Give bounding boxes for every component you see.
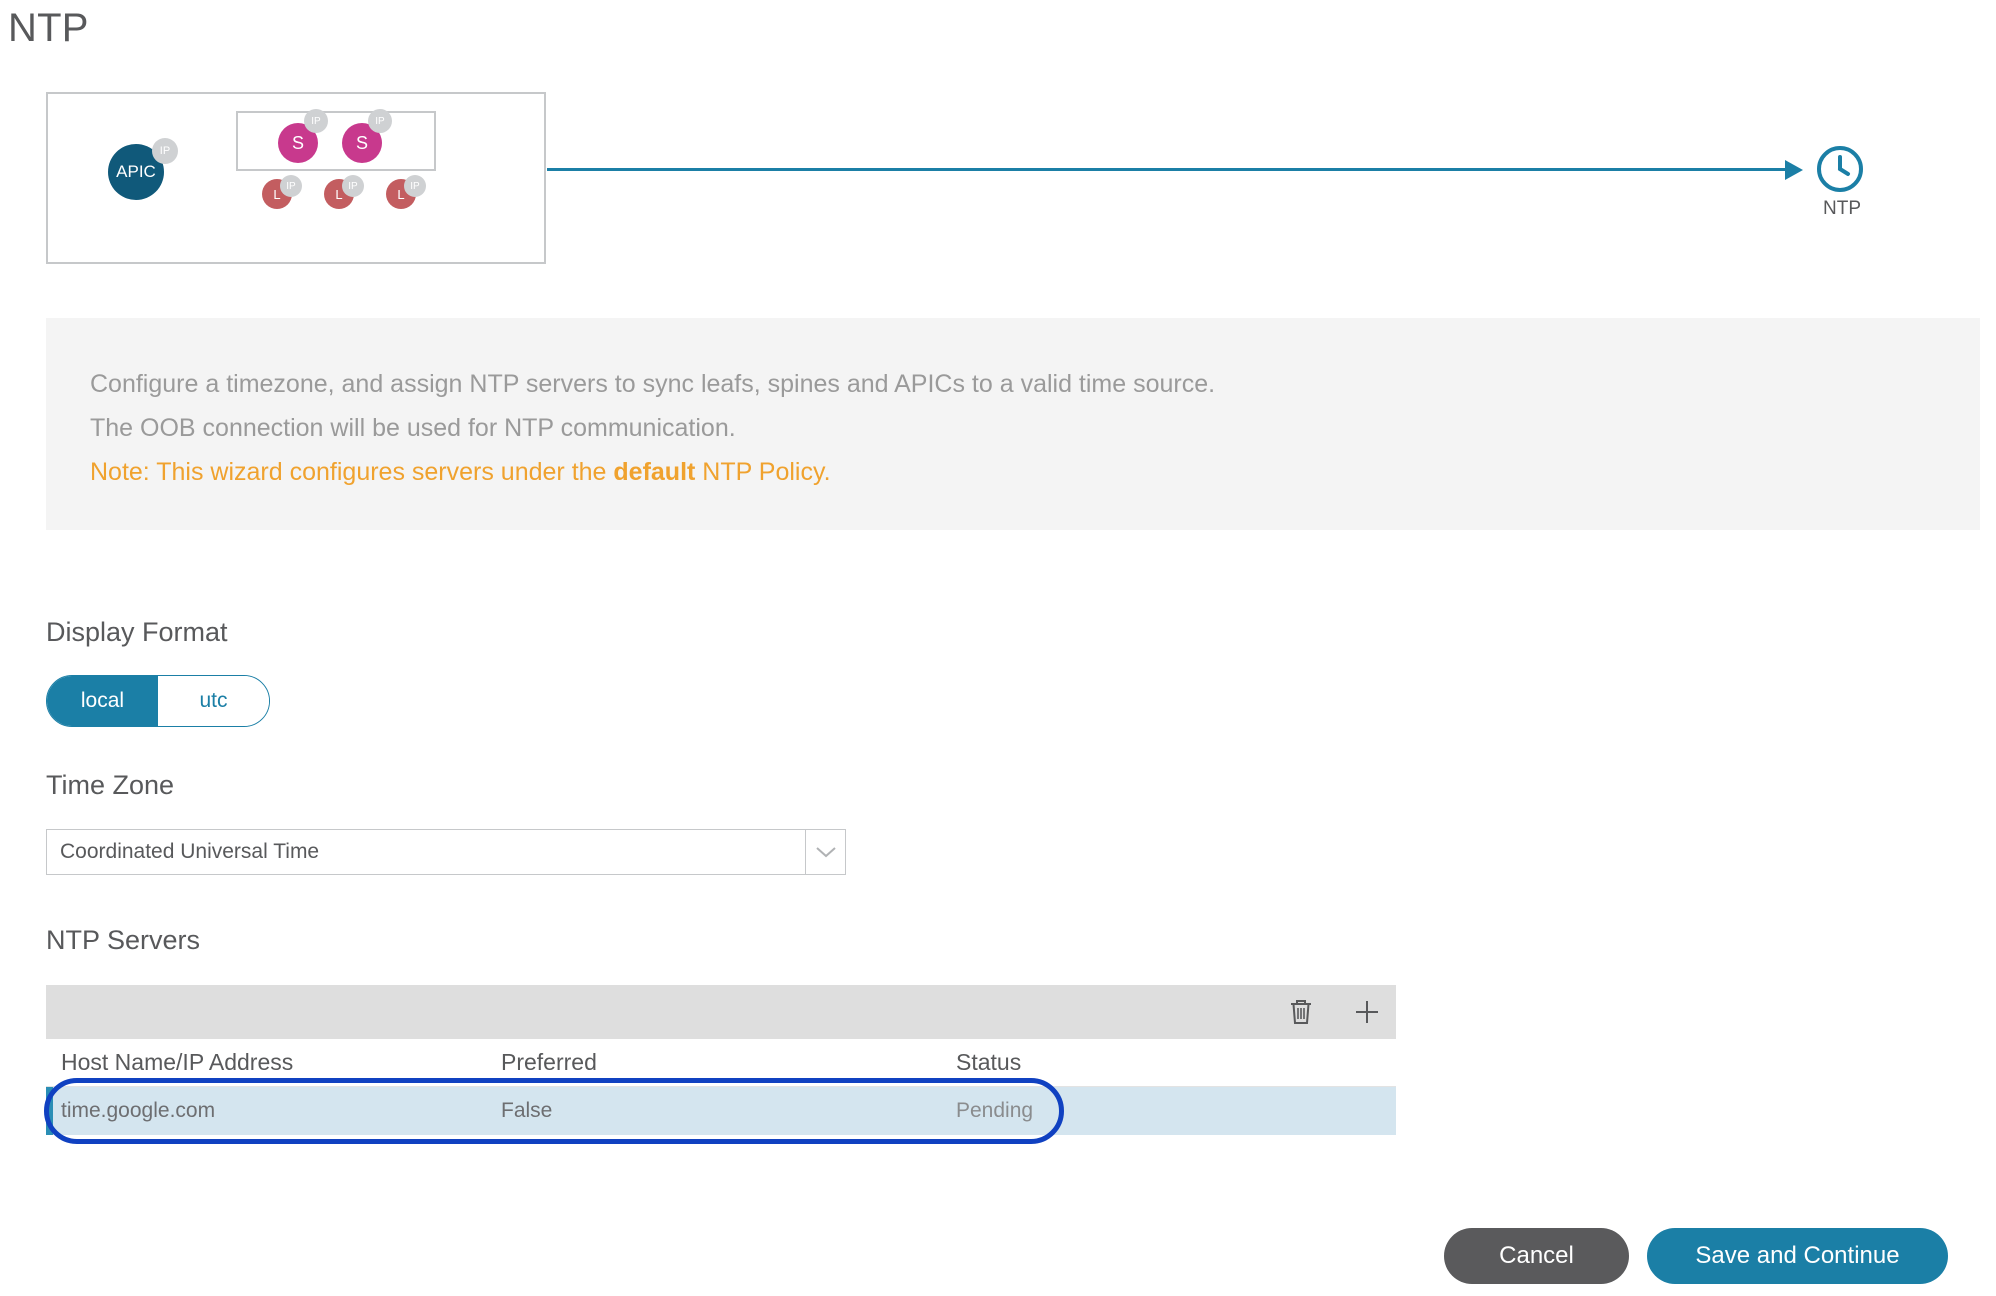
page-title: NTP xyxy=(8,6,89,50)
ntp-target-label: NTP xyxy=(1823,198,1861,219)
chevron-down-icon[interactable] xyxy=(805,830,845,874)
column-header-host: Host Name/IP Address xyxy=(61,1049,294,1075)
time-zone-selected-value: Coordinated Universal Time xyxy=(60,840,320,863)
time-zone-label: Time Zone xyxy=(46,770,175,800)
spine-node-2-ip-badge: IP xyxy=(368,109,392,133)
apic-ip-badge: IP xyxy=(152,138,178,164)
info-note-line: Note: This wizard configures servers und… xyxy=(90,450,1215,494)
plus-icon[interactable] xyxy=(1352,997,1382,1027)
toolbar-icon-group xyxy=(1286,985,1382,1039)
ntp-wizard-page: NTP APIC IP S S IP IP L L L IP IP IP NTP… xyxy=(0,0,1996,1296)
leaf-node-2-ip-badge: IP xyxy=(342,175,364,197)
cell-preferred: False xyxy=(501,1099,553,1122)
ntp-servers-table-header: Host Name/IP Address Preferred Status xyxy=(46,1039,1396,1087)
info-panel: Configure a timezone, and assign NTP ser… xyxy=(46,318,1980,530)
topology-arrow-head xyxy=(1785,160,1803,180)
ntp-servers-toolbar xyxy=(46,985,1396,1039)
ntp-servers-label: NTP Servers xyxy=(46,925,201,955)
spine-node-1-label: S xyxy=(291,132,304,153)
trash-icon[interactable] xyxy=(1286,997,1316,1027)
spine-node-1-ip-badge: IP xyxy=(304,109,328,133)
save-and-continue-button[interactable]: Save and Continue xyxy=(1647,1228,1948,1284)
display-format-toggle[interactable]: local utc xyxy=(46,675,270,727)
cell-status: Pending xyxy=(956,1099,1034,1122)
info-text: Configure a timezone, and assign NTP ser… xyxy=(90,362,1215,494)
time-zone-select[interactable]: Coordinated Universal Time xyxy=(46,829,846,875)
column-header-status: Status xyxy=(956,1049,1022,1075)
display-format-option-utc[interactable]: utc xyxy=(158,676,269,726)
apic-node-label: APIC xyxy=(116,162,156,181)
info-note-bold: default xyxy=(613,458,696,486)
info-note-suffix: NTP Policy. xyxy=(695,458,831,486)
leaf-node-3-ip-badge: IP xyxy=(404,175,426,197)
clock-icon xyxy=(1815,144,1865,194)
spine-group-box: S S xyxy=(236,111,436,171)
display-format-label: Display Format xyxy=(46,617,228,647)
info-note-prefix: Note: This wizard configures servers und… xyxy=(90,458,614,486)
topology-diagram: APIC IP S S IP IP L L L IP IP IP xyxy=(46,92,546,264)
table-row[interactable]: time.google.com False Pending xyxy=(46,1087,1396,1135)
topology-arrow-line xyxy=(547,168,1792,171)
display-format-option-local[interactable]: local xyxy=(47,676,158,726)
cell-host: time.google.com xyxy=(61,1099,216,1122)
info-line-2: The OOB connection will be used for NTP … xyxy=(90,414,736,442)
cancel-button[interactable]: Cancel xyxy=(1444,1228,1629,1284)
info-line-1: Configure a timezone, and assign NTP ser… xyxy=(90,370,1216,398)
row-selected-accent xyxy=(46,1087,53,1135)
column-header-preferred: Preferred xyxy=(501,1049,597,1075)
spine-node-2-label: S xyxy=(355,132,368,153)
leaf-node-1-ip-badge: IP xyxy=(280,175,302,197)
